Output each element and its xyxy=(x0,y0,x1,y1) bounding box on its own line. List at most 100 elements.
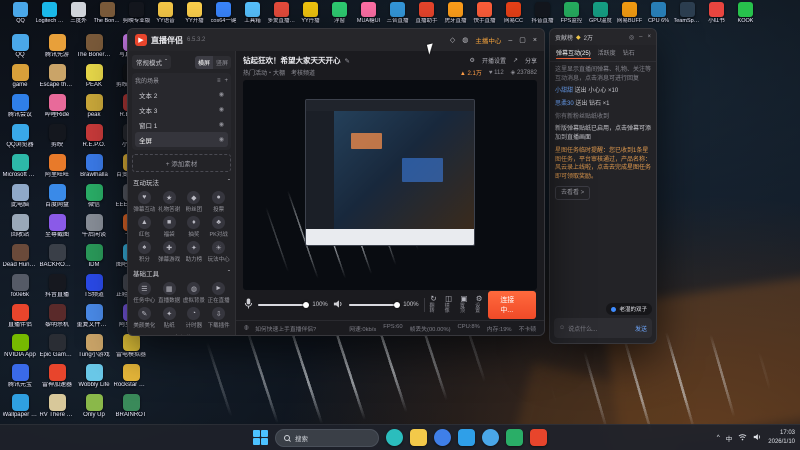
desktop-shortcut-33[interactable]: IDM xyxy=(76,244,112,274)
add-material-button[interactable]: + 添加素材 xyxy=(132,154,231,172)
desktop-shortcut-15[interactable]: 哔哩Ride xyxy=(39,94,75,124)
volume-icon[interactable] xyxy=(753,433,762,443)
desktop-shortcut-7[interactable]: Dead Hunger xyxy=(2,244,38,274)
share-button[interactable]: 分享 xyxy=(525,56,537,65)
desktop-shortcut-31[interactable]: 微信 xyxy=(76,184,112,214)
orientation-landscape[interactable]: 横屏 xyxy=(194,55,213,69)
system-volume-slider[interactable] xyxy=(348,302,401,308)
chat-message-gift[interactable]: 小甜甜 送出 小心心 ×10 xyxy=(555,87,651,96)
top-shortcut-10[interactable]: YY丹播 xyxy=(296,2,325,24)
eye-icon[interactable]: ◉ xyxy=(219,121,224,128)
top-shortcut-4[interactable]: 剪映专业版 xyxy=(122,2,151,24)
tool-item-4[interactable]: ✎ 美颜美化 xyxy=(132,307,157,329)
mode-select[interactable]: 常规模式 ˇ xyxy=(132,55,172,69)
scene-item[interactable]: 全屏 ◉ xyxy=(135,132,228,147)
desktop-shortcut-36[interactable]: Tung小游戏 xyxy=(76,334,112,364)
interact-item-4[interactable]: ▲ 红包 xyxy=(132,216,157,238)
desktop-shortcut-35[interactable]: 重复文件清理 xyxy=(76,304,112,334)
top-shortcut-11[interactable]: 浮窗 xyxy=(325,2,354,24)
desktop-shortcut-26[interactable]: The Bonerooms xyxy=(76,34,112,64)
copilot-icon[interactable] xyxy=(386,429,403,446)
top-shortcut-17[interactable]: 网易CC xyxy=(499,2,528,24)
desktop-shortcut-32[interactable]: 午后闲谈 xyxy=(76,214,112,244)
desktop-shortcut-3[interactable]: QQ浏览器 xyxy=(2,124,38,154)
panel-close-button[interactable]: × xyxy=(647,34,651,41)
top-shortcut-0[interactable]: QQ xyxy=(6,2,35,24)
interact-item-11[interactable]: ☀ 玩法中心 xyxy=(206,241,231,263)
interact-item-8[interactable]: ♠ 积分 xyxy=(132,241,157,263)
chat-tab-0[interactable]: 弹幕互动(25) xyxy=(556,48,591,59)
more-components-button[interactable]: 更多组件 ˇ xyxy=(132,333,231,335)
activity-tag[interactable]: 热门活动・大棚 xyxy=(243,68,285,77)
desktop-shortcut-21[interactable]: 抖音直播 xyxy=(39,274,75,304)
top-shortcut-18[interactable]: 抖音直播 xyxy=(528,2,557,24)
channel-tag[interactable]: 考核频道 xyxy=(291,68,315,77)
top-shortcut-1[interactable]: Logitech G HUB xyxy=(35,2,64,24)
control-button-0[interactable]: ↻ 翻转 xyxy=(429,295,437,314)
desktop-shortcut-1[interactable]: game xyxy=(2,64,38,94)
top-shortcut-5[interactable]: YY语音 xyxy=(151,2,180,24)
desktop-shortcut-30[interactable]: Brawlhalla xyxy=(76,154,112,184)
top-shortcut-22[interactable]: CPU 6% xyxy=(644,2,673,24)
desktop-shortcut-51[interactable]: BRAINROT xyxy=(113,394,149,424)
start-button[interactable] xyxy=(253,430,268,445)
top-shortcut-19[interactable]: FPS监控 xyxy=(557,2,586,24)
top-shortcut-2[interactable]: 三度外 xyxy=(64,2,93,24)
desktop-shortcut-14[interactable]: Escape the Backrooms xyxy=(39,64,75,94)
desktop-shortcut-50[interactable]: Rockstar Games xyxy=(113,364,149,394)
scene-item[interactable]: 文本 2 ◉ xyxy=(135,87,228,102)
eye-icon[interactable]: ◉ xyxy=(219,91,224,98)
top-shortcut-16[interactable]: 快手直播 xyxy=(470,2,499,24)
interact-item-7[interactable]: ♣ PK对战 xyxy=(206,216,231,238)
edge-icon[interactable] xyxy=(434,429,451,446)
top-shortcut-25[interactable]: KOOK xyxy=(731,2,760,24)
send-button[interactable]: 发送 xyxy=(635,324,647,333)
explorer-icon[interactable] xyxy=(410,429,427,446)
stream-preview[interactable] xyxy=(243,80,537,290)
close-button[interactable]: × xyxy=(533,37,537,44)
desktop-shortcut-9[interactable]: 直播伴侣 xyxy=(2,304,38,334)
top-shortcut-12[interactable]: MUA糖UI xyxy=(354,2,383,24)
top-shortcut-6[interactable]: YY开播 xyxy=(180,2,209,24)
connect-button[interactable]: 连接中... xyxy=(488,291,536,319)
taskbar-clock[interactable]: 17:03 2026/1/10 xyxy=(768,429,795,445)
top-shortcut-21[interactable]: 网易BUFF xyxy=(615,2,644,24)
wechat-icon[interactable] xyxy=(506,429,523,446)
desktop-shortcut-11[interactable]: 腾讯元宝 xyxy=(2,364,38,394)
top-shortcut-9[interactable]: 多爱直播mex xyxy=(267,2,296,24)
top-shortcut-3[interactable]: The Bonerooms xyxy=(93,2,122,24)
help-icon[interactable]: ◍ xyxy=(462,36,468,44)
ime-indicator[interactable]: 中 xyxy=(726,433,733,443)
top-shortcut-13[interactable]: 三合直播 xyxy=(383,2,412,24)
desktop-shortcut-2[interactable]: 腾讯会议 xyxy=(2,94,38,124)
desktop-shortcut-25[interactable]: RV There Yet xyxy=(39,394,75,424)
tray-chevron-up-icon[interactable]: ^ xyxy=(717,434,720,441)
desktop-shortcut-49[interactable]: 雷电模拟器 xyxy=(113,334,149,364)
live-companion-icon[interactable] xyxy=(530,429,547,446)
eye-icon[interactable]: ◉ xyxy=(219,106,224,113)
microphone-icon[interactable] xyxy=(244,296,253,314)
top-shortcut-20[interactable]: GPU温度 xyxy=(586,2,615,24)
pin-icon[interactable]: ◎ xyxy=(629,34,634,41)
interact-item-10[interactable]: ✦ 助力榜 xyxy=(182,241,207,263)
interact-item-3[interactable]: ● 投票 xyxy=(206,191,231,213)
gift-icon[interactable]: ◇ xyxy=(450,36,455,44)
desktop-shortcut-10[interactable]: NVIDIA App xyxy=(2,334,38,364)
top-shortcut-15[interactable]: 虎牙直播 xyxy=(441,2,470,24)
desktop-shortcut-4[interactable]: Microsoft Edge xyxy=(2,154,38,184)
tool-item-0[interactable]: ☰ 任务中心 xyxy=(132,282,157,304)
tool-item-1[interactable]: ▦ 直播数据 xyxy=(157,282,182,304)
top-shortcut-24[interactable]: 小红书 xyxy=(702,2,731,24)
tool-item-7[interactable]: ⇩ 下载插件 xyxy=(206,307,231,329)
scene-item[interactable]: 窗口 1 ◉ xyxy=(135,117,228,132)
scene-add-icon[interactable]: + xyxy=(224,78,228,84)
chat-input[interactable]: ☺ 说点什么... 发送 xyxy=(554,318,652,338)
chat-message-gift[interactable]: 思柔30 送出 钻石 ×1 xyxy=(555,100,651,109)
desktop-shortcut-5[interactable]: 此电脑 xyxy=(2,184,38,214)
control-button-3[interactable]: ⚙ 设置 xyxy=(475,295,483,314)
top-shortcut-8[interactable]: 工具箱 xyxy=(238,2,267,24)
contribution-board-label[interactable]: 贡献榜 xyxy=(555,33,573,42)
qq-icon[interactable] xyxy=(482,429,499,446)
tool-item-2[interactable]: ◍ 虚拟背景 xyxy=(182,282,207,304)
desktop-shortcut-6[interactable]: 回收站 xyxy=(2,214,38,244)
